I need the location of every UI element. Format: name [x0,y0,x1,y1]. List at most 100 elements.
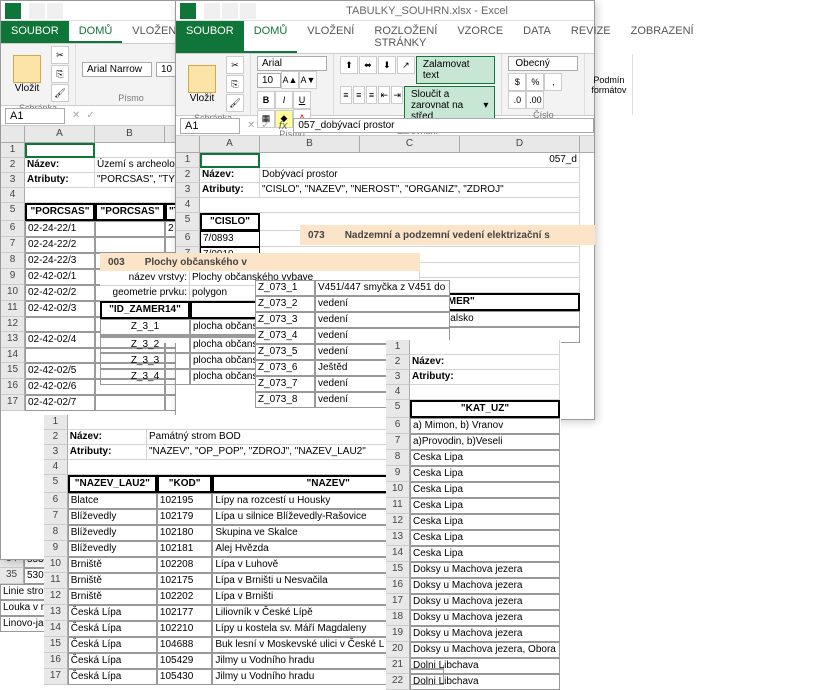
cell[interactable]: 102195 [157,493,212,509]
number-format-select[interactable] [508,56,578,71]
font-name-select[interactable] [257,56,327,71]
row-header[interactable]: 10 [1,285,25,301]
row-header[interactable]: 14 [44,621,68,637]
tab-review[interactable]: REVIZE [561,21,621,53]
cell[interactable] [95,395,165,411]
row-header[interactable]: 9 [386,466,410,482]
cell[interactable]: Z_073_7 [255,376,315,392]
cell[interactable]: 104688 [157,637,212,653]
cell[interactable]: Blíževedly [68,541,157,557]
cell[interactable]: Z_3_3 [100,353,190,369]
row-header[interactable]: 9 [44,541,68,557]
row-header[interactable]: 2 [176,168,200,183]
paste-button[interactable]: Vložit [182,65,222,104]
cell[interactable]: "CISLO", "NAZEV", "NEROST", "ORGANIZ", "… [260,183,580,198]
italic-button[interactable]: I [275,91,293,109]
cell[interactable]: Z_3_1 [100,319,190,335]
row-header[interactable]: 21 [386,658,410,674]
cell[interactable]: 105429 [157,653,212,669]
cell[interactable]: Z_073_3 [255,312,315,328]
cell[interactable]: Ceska Lipa [410,450,560,466]
cell[interactable]: 105430 [157,669,212,685]
format-painter-icon[interactable]: 🖌 [226,94,244,112]
row-header[interactable]: 6 [386,418,410,434]
row-header[interactable]: 16 [1,379,25,395]
row-header[interactable]: 19 [386,626,410,642]
row-header[interactable]: 12 [386,514,410,530]
row-header[interactable]: 5 [176,213,200,231]
row-header[interactable]: 3 [386,370,410,385]
row-header[interactable]: 14 [1,348,25,363]
cell[interactable]: Doksy u Machova jezera [410,578,560,594]
cell[interactable]: Z_073_1 [255,280,315,296]
cell[interactable]: 102175 [157,573,212,589]
check-icon[interactable]: ✓ [83,110,97,121]
cell[interactable]: Brniště [68,557,157,573]
cut-icon[interactable]: ✂ [226,56,244,74]
cell[interactable]: V451/447 smyčka z V451 do R Ralsko [315,280,450,296]
row-header[interactable]: 11 [1,301,25,317]
cancel-icon[interactable]: ✕ [244,120,258,131]
cut-icon[interactable]: ✂ [51,46,69,64]
column-header[interactable]: "PORCSAS" [95,203,165,221]
wrap-text-button[interactable]: Zalamovat text [416,56,495,84]
row-header[interactable]: 2 [44,430,68,445]
cell[interactable]: Ceska Lipa [410,546,560,562]
col-header-b[interactable]: B [260,136,360,152]
row-header[interactable]: 2 [386,355,410,370]
row-header[interactable]: 4 [44,460,68,475]
cell[interactable]: Z_3_2 [100,337,190,353]
tab-data[interactable]: DATA [513,21,561,53]
row-header[interactable]: 18 [386,610,410,626]
cell-label[interactable]: název vrstvy: [100,271,190,286]
align-middle-icon[interactable]: ⬌ [359,56,377,74]
row-header[interactable]: 4 [1,188,25,203]
row-header[interactable]: 12 [1,317,25,332]
cell[interactable]: 02-42-02/5 [25,363,95,379]
row-header[interactable]: 5 [386,400,410,418]
row-header[interactable]: 5 [44,475,68,493]
cell[interactable]: vedení [315,296,450,312]
cell[interactable] [95,221,165,237]
cell[interactable]: Doksy u Machova jezera [410,562,560,578]
cell-label[interactable]: geometrie prvku: [100,286,190,301]
row-header[interactable]: 13 [44,605,68,621]
font-name-select[interactable] [82,62,152,77]
cell[interactable]: vedení [315,312,450,328]
cell[interactable]: Doksy u Machova jezera [410,626,560,642]
cell[interactable] [25,348,95,363]
row-header[interactable]: 10 [386,482,410,498]
cell[interactable]: a) Mimon, b) Vranov [410,418,560,434]
column-header[interactable]: "PORCSAS" [25,203,95,221]
row-header[interactable]: 8 [386,450,410,466]
row-header[interactable]: 1 [44,415,68,430]
cell[interactable] [25,143,95,158]
decrease-font-icon[interactable]: A▼ [299,71,317,89]
name-box[interactable] [180,118,240,134]
row-header[interactable]: 8 [44,525,68,541]
cell[interactable]: Doksy u Machova jezera [410,610,560,626]
cell[interactable]: 02-42-02/7 [25,395,95,411]
cell[interactable]: 102179 [157,509,212,525]
cell[interactable]: Dobývací prostor [260,168,580,183]
cell[interactable]: 02-42-02/3 [25,301,95,317]
column-header[interactable]: "KAT_UZ" [410,400,560,418]
row-header[interactable]: 4 [386,385,410,400]
cell[interactable]: Ceska Lipa [410,530,560,546]
cell-label[interactable]: Atributy: [68,445,147,460]
tab-file[interactable]: SOUBOR [176,21,244,53]
cell[interactable]: 7/0893 [200,231,260,247]
cell[interactable]: 02-42-02/1 [25,269,95,285]
check-icon[interactable]: ✓ [258,120,272,131]
col-header-a[interactable]: A [25,126,95,142]
row-header[interactable]: 15 [44,637,68,653]
align-center-icon[interactable]: ≡ [353,86,365,104]
cell[interactable]: a)Provodin, b)Veseli [410,434,560,450]
copy-icon[interactable]: ⎘ [51,65,69,83]
row-header[interactable]: 6 [176,231,200,247]
tab-file[interactable]: SOUBOR [1,21,69,43]
name-box[interactable] [5,108,65,124]
format-painter-icon[interactable]: 🖌 [51,84,69,102]
cell[interactable]: Z_073_5 [255,344,315,360]
row-header[interactable]: 6 [1,221,25,237]
